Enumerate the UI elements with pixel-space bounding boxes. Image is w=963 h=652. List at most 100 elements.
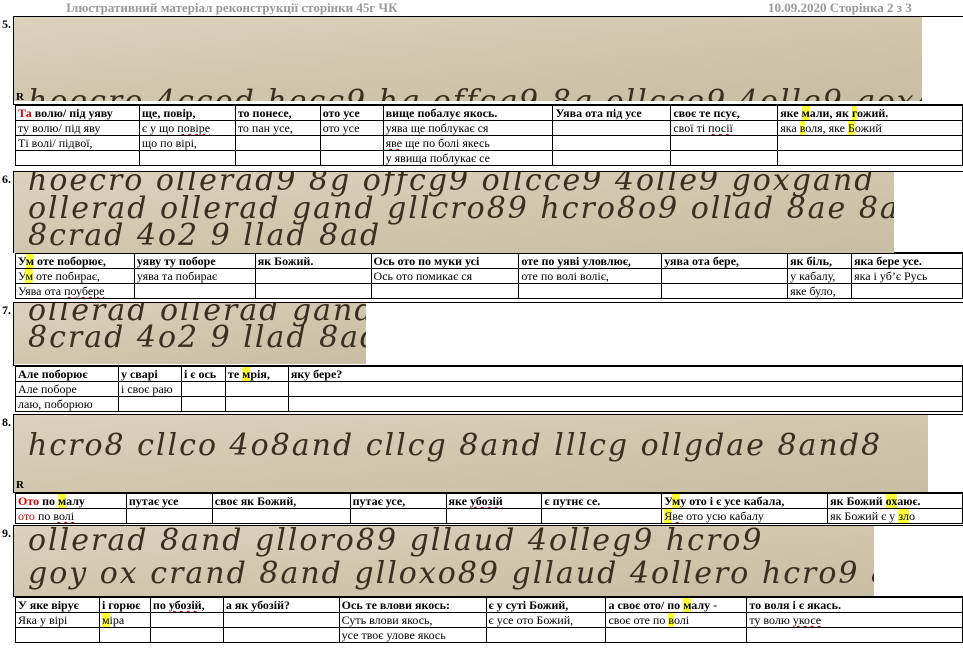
translation-cell [180,396,226,412]
translation-cell: своє оте по волі [605,612,748,628]
transcription-table: Ум оте поборює, уяву ту поборе як Божий. Ос… [15,253,963,299]
translation-cell [552,135,672,151]
r-mark: R [16,479,24,491]
header-cell: У яке вірує [15,597,100,613]
manuscript-line: hoecro 4ccod hecc9 hg offcg9 8g ollcce9 … [28,84,922,101]
section-number: 5. [2,17,11,31]
header-cell: путає усе [125,493,213,509]
section-number: 8. [2,415,11,429]
text-run: рія, [250,367,270,381]
translation-cell: усе твоє улове якось [338,627,487,643]
translation-cell: у явища поблукає се [382,150,554,166]
translation-cell [851,283,963,299]
text-run: м [101,613,110,627]
text-run: і своє раю [120,382,173,396]
text-run: Ось те влови якось: [341,598,450,612]
header-cell: Ум оте поборює, [15,253,135,269]
translation-cell [222,612,340,628]
text-run: путає усе [128,494,179,508]
translation-cell: що по вірі, [138,135,236,151]
text-run: по [39,494,58,508]
translation-cell [211,508,351,524]
text-run: у кабалу, [790,269,836,283]
text-run: своє оте по [608,613,669,627]
header-cell: Ось те влови якось: [338,597,487,613]
text-run: у явища поблукає се [385,151,490,165]
text-run: м [25,269,34,283]
text-run: своє як Божий, [214,494,297,508]
header-cell: те мрія, [224,366,289,382]
header-cell: оте по уяві уловлює, [518,253,663,269]
header-cell: є путнє се. [541,493,663,509]
text-run: Та [18,106,32,120]
text-run: то воля і є якась. [749,598,841,612]
text-run: і є ось [183,367,217,381]
text-run: Ото [18,494,40,508]
text-run: яке [448,494,470,508]
translation-cell [125,508,213,524]
text-run: ще по болі якесь [402,136,490,150]
text-run: яка [780,121,800,135]
text-run: по [152,598,169,612]
translation-cell: уява ще поблукає ся [382,120,554,136]
text-run: те [227,367,243,381]
manuscript-image: hoecro 4ccod hecc9 hg offcg9 8g ollcce9 … [14,17,922,101]
translation-cell: яке було, [787,283,853,299]
translation-row: ото по волі Яве ото усю кабалу як Божий є … [15,508,963,524]
translation-cell: то пан усе, [234,120,321,136]
translation-cell [138,150,236,166]
header-cell: то понесе, [234,105,321,121]
transcription-table: Ото по малу путає усе своє як Божий, путає … [15,493,963,524]
translation-cell: ото по волі [15,508,127,524]
header-cell: а як убозій? [222,597,340,613]
text-run: яве [385,136,403,150]
header-cell: і є ось [180,366,226,382]
text-run: повіре [177,121,211,135]
text-run: волі [53,509,75,523]
text-run: м [801,106,810,120]
text-run: укосе [792,613,822,627]
translation-cell: Ось ото помикає ся [370,268,520,284]
translation-cell: міра [98,612,151,628]
translation-cell [222,627,340,643]
section-number: 6. [2,172,11,186]
text-run: іра [109,613,125,627]
page-header-page-number: 10.09.2020 Сторінка 2 з 3 [768,0,912,15]
translation-cell [349,508,447,524]
translation-cell [370,283,520,299]
text-run: ту волю/ під яву [18,121,101,135]
translation-cell [254,283,372,299]
translation-cell: свої ті посії [670,120,779,136]
header-row: У яке вірує і горює по убозій, а як убозій?… [15,597,963,613]
text-run: як Божий [830,494,886,508]
text-run: по [34,509,54,523]
text-run: посії [708,121,733,135]
translation-cell [254,268,372,284]
translation-cell [670,150,779,166]
translation-cell [485,627,607,643]
text-run: олі [673,613,690,627]
translation-cell [287,381,963,397]
translation-cell [15,150,140,166]
translation-cell [319,150,384,166]
header-cell: у сварі [117,366,182,382]
translation-cell [661,268,789,284]
r-mark: R [16,91,24,103]
header-row: Та волю/ під уяву ще, повір, то понесе, ото… [15,105,963,121]
text-run: то пан усе, [237,121,293,135]
header-cell: Уму ото і є усе кабала, [661,493,829,509]
translation-cell: яве ще по болі якесь [382,135,554,151]
text-run: алу - [691,598,718,612]
text-run: свої ті [673,121,709,135]
text-run: є у суті Божий, [488,598,569,612]
header-cell: яку бере? [287,366,963,382]
translation-row: Яка у вірі міра Суть влови якось, є усе ото… [15,612,963,628]
text-run: оте по уяві уловлює, [521,254,631,268]
translation-cell: яка воля, яке Божий [777,120,963,136]
translation-row: лаю, поборюю [15,396,963,412]
text-run: є у що [141,121,178,135]
translation-row: Але поборе і своє раю [15,381,963,397]
text-run: Ті волі/ підвої, [18,136,93,150]
translation-cell: оте по волі волiє, [518,268,663,284]
translation-row: ту волю/ під яву є у що повіре то пан усе,… [15,120,963,136]
